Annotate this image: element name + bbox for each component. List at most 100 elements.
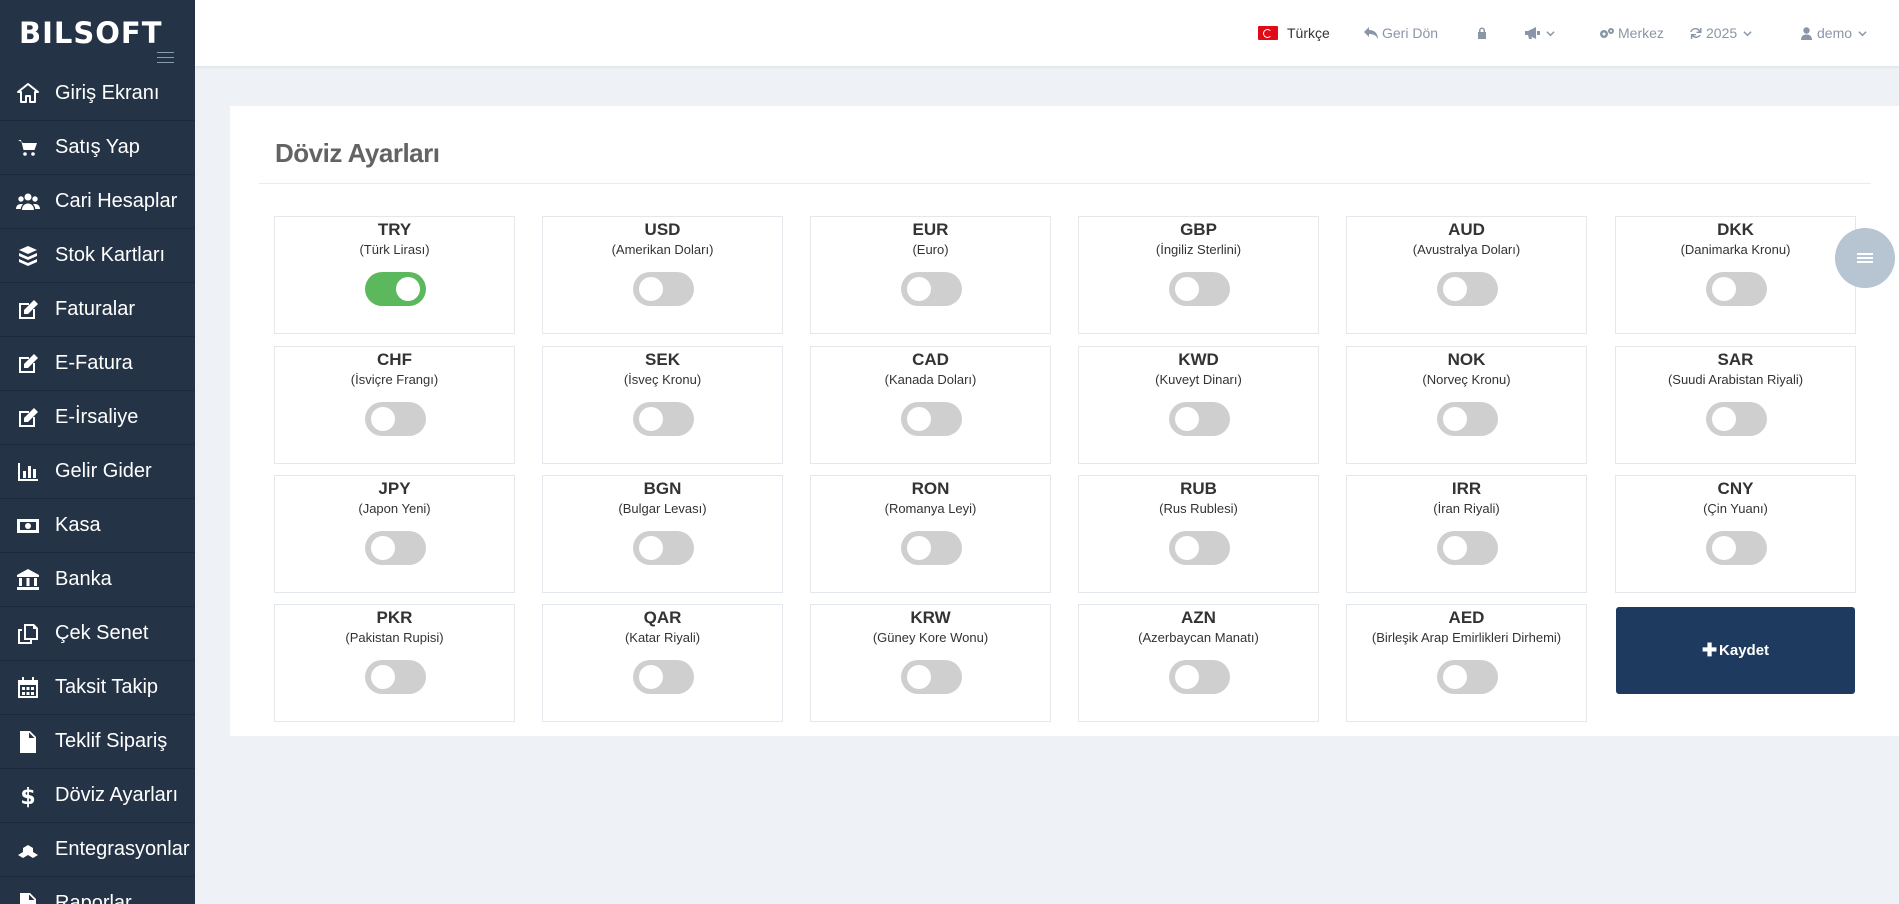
sidebar-item-15[interactable]: Raporlar <box>0 877 195 904</box>
currency-code: CNY <box>1717 479 1754 498</box>
currency-toggle-sar[interactable] <box>1706 402 1767 436</box>
toggle-knob <box>1712 536 1736 560</box>
cubes-icon <box>15 838 41 862</box>
sidebar-item-14[interactable]: Entegrasyonlar <box>0 823 195 877</box>
edit-icon <box>15 352 41 376</box>
currency-name: (Japon Yeni) <box>358 501 431 516</box>
sidebar-item-10[interactable]: Çek Senet <box>0 607 195 661</box>
currency-name: (Kuveyt Dinarı) <box>1155 372 1242 387</box>
currency-toggle-krw[interactable] <box>901 660 962 694</box>
sidebar-item-6[interactable]: E-İrsaliye <box>0 391 195 445</box>
currency-toggle-bgn[interactable] <box>633 531 694 565</box>
sidebar-item-7[interactable]: Gelir Gider <box>0 445 195 499</box>
lock-button[interactable] <box>1477 22 1487 44</box>
bar-chart-icon <box>15 460 41 484</box>
toggle-knob <box>639 277 663 301</box>
currency-toggle-qar[interactable] <box>633 660 694 694</box>
sidebar-item-label: E-Fatura <box>55 352 133 374</box>
currency-toggle-jpy[interactable] <box>365 531 426 565</box>
sidebar-item-label: Taksit Takip <box>55 676 159 698</box>
year-selector[interactable]: 2025 <box>1689 22 1752 44</box>
currency-toggle-dkk[interactable] <box>1706 272 1767 306</box>
currency-name: (Kanada Doları) <box>884 372 977 387</box>
sidebar-item-label: Çek Senet <box>55 622 149 644</box>
turkey-flag-icon <box>1258 26 1278 40</box>
currency-toggle-rub[interactable] <box>1169 531 1230 565</box>
currency-toggle-sek[interactable] <box>633 402 694 436</box>
sidebar-item-label: Döviz Ayarları <box>55 784 179 806</box>
sidebar-item-label: Entegrasyonlar <box>55 838 190 860</box>
sidebar-item-label: Raporlar <box>55 892 132 904</box>
currency-name: (İngiliz Sterlini) <box>1155 242 1242 257</box>
currency-card-pkr: PKR (Pakistan Rupisi) <box>274 604 515 722</box>
sidebar-item-2[interactable]: Cari Hesaplar <box>0 175 195 229</box>
currency-toggle-pkr[interactable] <box>365 660 426 694</box>
sidebar-item-4[interactable]: Faturalar <box>0 283 195 337</box>
sidebar-item-9[interactable]: Banka <box>0 553 195 607</box>
currency-toggle-nok[interactable] <box>1437 402 1498 436</box>
toggle-knob <box>639 665 663 689</box>
sidebar-item-label: Gelir Gider <box>55 460 152 482</box>
sidebar-item-8[interactable]: Kasa <box>0 499 195 553</box>
currency-toggle-azn[interactable] <box>1169 660 1230 694</box>
currency-code: CHF <box>377 350 412 369</box>
edit-icon <box>15 298 41 322</box>
currency-toggle-try[interactable] <box>365 272 426 306</box>
reply-icon <box>1364 27 1378 39</box>
currency-toggle-eur[interactable] <box>901 272 962 306</box>
currency-toggle-ron[interactable] <box>901 531 962 565</box>
currency-toggle-aud[interactable] <box>1437 272 1498 306</box>
users-icon <box>15 190 41 214</box>
currency-toggle-cad[interactable] <box>901 402 962 436</box>
sidebar-item-13[interactable]: $ Döviz Ayarları <box>0 769 195 823</box>
language-label: Türkçe <box>1287 25 1330 41</box>
toggle-knob <box>371 665 395 689</box>
currency-toggle-aed[interactable] <box>1437 660 1498 694</box>
sidebar-item-11[interactable]: Taksit Takip <box>0 661 195 715</box>
sidebar-item-1[interactable]: Satış Yap <box>0 121 195 175</box>
currency-name: (Bulgar Levası) <box>618 501 707 516</box>
floating-menu-button[interactable] <box>1835 228 1895 288</box>
plus-icon: ✚ <box>1701 640 1718 660</box>
language-selector[interactable]: Türkçe <box>1258 22 1330 44</box>
menu-icon <box>1857 251 1873 265</box>
save-button[interactable]: ✚ Kaydet <box>1616 607 1855 694</box>
currency-card-usd: USD (Amerikan Doları) <box>542 216 783 334</box>
user-menu[interactable]: demo <box>1801 22 1867 44</box>
currency-toggle-chf[interactable] <box>365 402 426 436</box>
currency-code: DKK <box>1717 220 1754 239</box>
currency-card-aud: AUD (Avustralya Doları) <box>1346 216 1587 334</box>
currency-settings-card: Döviz Ayarları TRY (Türk Lirası) USD (Ameri… <box>230 106 1899 736</box>
currency-name: (Pakistan Rupisi) <box>345 630 444 645</box>
currency-code: KRW <box>910 608 951 627</box>
sidebar: BILSOFT Giriş Ekranı Satış Yap Cari Hesapl… <box>0 0 195 904</box>
toggle-knob <box>907 407 931 431</box>
currency-card-aed: AED (Birleşik Arap Emirlikleri Dirhemi) <box>1346 604 1587 722</box>
chevron-down-icon <box>1546 30 1555 36</box>
sidebar-item-0[interactable]: Giriş Ekranı <box>0 66 195 121</box>
currency-card-gbp: GBP (İngiliz Sterlini) <box>1078 216 1319 334</box>
toggle-knob <box>1175 407 1199 431</box>
currency-name: (Türk Lirası) <box>359 242 430 257</box>
currency-toggle-cny[interactable] <box>1706 531 1767 565</box>
back-label: Geri Dön <box>1382 25 1439 41</box>
announcements-menu[interactable] <box>1525 22 1555 44</box>
sidebar-item-12[interactable]: Teklif Sipariş <box>0 715 195 769</box>
sidebar-item-5[interactable]: E-Fatura <box>0 337 195 391</box>
currency-toggle-usd[interactable] <box>633 272 694 306</box>
user-icon <box>1801 26 1812 40</box>
sidebar-item-label: E-İrsaliye <box>55 406 139 428</box>
currency-toggle-gbp[interactable] <box>1169 272 1230 306</box>
sidebar-item-label: Satış Yap <box>55 136 140 158</box>
currency-card-dkk: DKK (Danimarka Kronu) <box>1615 216 1856 334</box>
currency-toggle-kwd[interactable] <box>1169 402 1230 436</box>
currency-name: (Katar Riyali) <box>624 630 701 645</box>
currency-code: NOK <box>1447 350 1486 369</box>
sidebar-toggle-icon[interactable] <box>157 52 174 65</box>
currency-name: (Amerikan Doları) <box>611 242 714 257</box>
currency-toggle-irr[interactable] <box>1437 531 1498 565</box>
sidebar-item-3[interactable]: Stok Kartları <box>0 229 195 283</box>
branch-selector[interactable]: Merkez <box>1599 22 1664 44</box>
back-button[interactable]: Geri Dön <box>1364 22 1438 44</box>
currency-name: (Romanya Leyi) <box>884 501 977 516</box>
